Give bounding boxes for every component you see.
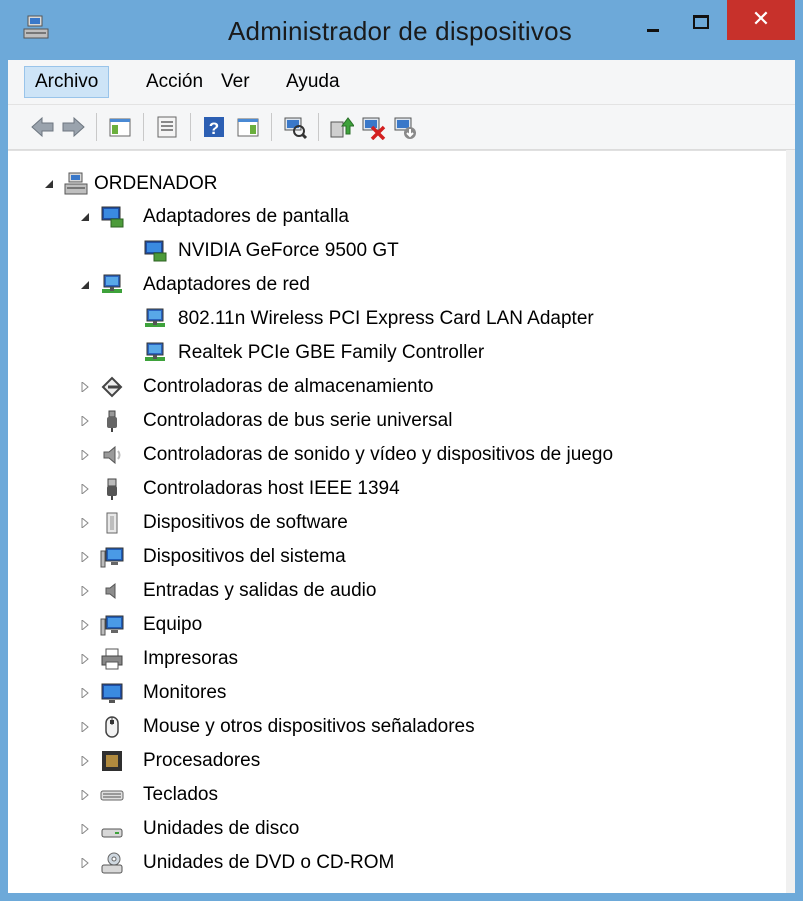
tree-node-label: Equipo: [143, 614, 203, 635]
tree-root-label: ORDENADOR: [94, 173, 218, 194]
tree-leaf-label: 802.11n Wireless PCI Express Card LAN Ad…: [178, 308, 594, 329]
disable-device-icon[interactable]: [392, 114, 418, 140]
back-icon[interactable]: [30, 114, 56, 140]
menu-accion[interactable]: Acción: [136, 66, 213, 98]
update-driver-icon[interactable]: [328, 114, 354, 140]
uninstall-device-icon[interactable]: [360, 114, 386, 140]
close-button[interactable]: ✕: [727, 0, 795, 40]
minimize-button[interactable]: [633, 10, 671, 40]
computer-icon: [100, 615, 124, 636]
title-bar[interactable]: Administrador de dispositivos ✕: [0, 0, 803, 60]
toolbar-separator: [318, 113, 319, 141]
tree-node-label: Dispositivos de software: [143, 512, 348, 533]
mouse-icon: [105, 716, 119, 738]
collapsed-arrow-icon[interactable]: [80, 722, 90, 732]
storage-controller-icon: [101, 376, 123, 398]
printer-icon: [101, 648, 123, 670]
device-manager-icon: [23, 15, 49, 39]
collapsed-arrow-icon[interactable]: [80, 824, 90, 834]
toolbar-separator: [190, 113, 191, 141]
tree-node-label: Controladoras de bus serie universal: [143, 410, 453, 431]
collapsed-arrow-icon[interactable]: [80, 858, 90, 868]
tree-node-label: Unidades de disco: [143, 818, 300, 839]
vertical-scrollbar[interactable]: [786, 150, 795, 893]
tree-node-label: Teclados: [143, 784, 218, 805]
properties-icon[interactable]: [154, 114, 180, 140]
collapsed-arrow-icon[interactable]: [80, 586, 90, 596]
svg-text:?: ?: [209, 119, 219, 138]
network-adapter-icon: [145, 308, 165, 327]
expanded-arrow-icon[interactable]: [44, 179, 54, 189]
tree-node-label: Mouse y otros dispositivos señaladores: [143, 716, 475, 737]
tree-node-label: Adaptadores de red: [143, 274, 310, 295]
monitor-icon: [101, 683, 123, 703]
collapsed-arrow-icon[interactable]: [80, 382, 90, 392]
computer-icon: [64, 172, 88, 195]
close-icon: ✕: [751, 6, 771, 31]
collapsed-arrow-icon[interactable]: [80, 688, 90, 698]
tree-node-label: Impresoras: [143, 648, 239, 669]
tree-node-label: Controladoras de almacenamiento: [143, 376, 434, 397]
display-adapter-icon: [144, 240, 167, 262]
tree-leaf-label: Realtek PCIe GBE Family Controller: [178, 342, 485, 363]
tree-node-label: Unidades de DVD o CD-ROM: [143, 852, 395, 873]
menu-bar: Archivo Acción Ver Ayuda: [8, 60, 795, 105]
toolbar: ?: [8, 105, 795, 150]
forward-icon[interactable]: [60, 114, 86, 140]
collapsed-arrow-icon[interactable]: [80, 620, 90, 630]
collapsed-arrow-icon[interactable]: [80, 518, 90, 528]
window-bottom-border: [8, 893, 795, 901]
window-title: Administrador de dispositivos: [228, 16, 572, 46]
system-device-icon: [100, 547, 124, 568]
expanded-arrow-icon[interactable]: [80, 280, 90, 290]
show-hide-console-tree-icon[interactable]: [107, 114, 133, 140]
tree-leaf-label: NVIDIA GeForce 9500 GT: [178, 240, 399, 261]
toolbar-separator: [271, 113, 272, 141]
maximize-button[interactable]: [685, 10, 715, 40]
show-hide-action-pane-icon[interactable]: [235, 114, 261, 140]
collapsed-arrow-icon[interactable]: [80, 450, 90, 460]
software-device-icon: [106, 512, 118, 534]
menu-ayuda[interactable]: Ayuda: [276, 66, 350, 98]
tree-node-label: Monitores: [143, 682, 227, 703]
tree-node-label: Controladoras de sonido y vídeo y dispos…: [143, 444, 614, 465]
tree-node-label: Adaptadores de pantalla: [143, 206, 349, 227]
collapsed-arrow-icon[interactable]: [80, 790, 90, 800]
disk-drive-icon: [101, 828, 123, 838]
keyboard-icon: [100, 790, 124, 801]
speaker-icon: [103, 445, 121, 465]
menu-ver[interactable]: Ver: [211, 66, 260, 98]
processor-icon: [102, 751, 122, 771]
collapsed-arrow-icon[interactable]: [80, 416, 90, 426]
tree-node-label: Procesadores: [143, 750, 261, 771]
scan-hardware-icon[interactable]: [282, 114, 308, 140]
collapsed-arrow-icon[interactable]: [80, 756, 90, 766]
collapsed-arrow-icon[interactable]: [80, 484, 90, 494]
tree-node-label: Controladoras host IEEE 1394: [143, 478, 400, 499]
usb-icon: [107, 410, 117, 432]
display-adapter-icon: [101, 206, 124, 228]
tree-node-label: Dispositivos del sistema: [143, 546, 346, 567]
toolbar-separator: [143, 113, 144, 141]
network-adapter-icon: [102, 274, 122, 293]
network-adapter-icon: [145, 342, 165, 361]
audio-io-icon: [105, 582, 116, 600]
menu-archivo[interactable]: Archivo: [24, 66, 110, 98]
help-icon[interactable]: ?: [201, 114, 227, 140]
tree-node-label: Entradas y salidas de audio: [143, 580, 377, 601]
collapsed-arrow-icon[interactable]: [80, 654, 90, 664]
device-tree[interactable]: ORDENADOR Adaptadores de pantalla NVIDIA…: [8, 150, 786, 894]
toolbar-separator: [96, 113, 97, 141]
collapsed-arrow-icon[interactable]: [80, 552, 90, 562]
firewire-icon: [107, 478, 117, 500]
expanded-arrow-icon[interactable]: [80, 212, 90, 222]
dvd-drive-icon: [101, 852, 123, 874]
